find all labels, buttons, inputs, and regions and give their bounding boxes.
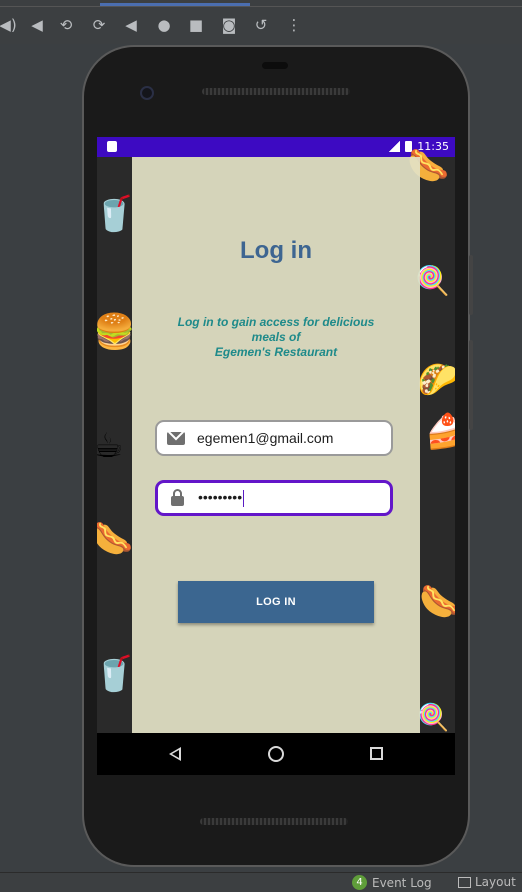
subtitle-line: Egemen's Restaurant <box>214 345 338 359</box>
overview-icon[interactable]: ■ <box>186 15 206 35</box>
event-log-button[interactable]: 4 Event Log <box>352 875 432 890</box>
burger-icon: 🍔 <box>97 312 136 352</box>
lollipop-icon: 🍭 <box>417 703 450 733</box>
password-dots: ••••••••• <box>198 489 243 506</box>
navigation-bar <box>97 733 455 775</box>
ide-status-bar: 4 Event Log Layout <box>0 872 522 892</box>
camera-icon[interactable]: ◙ <box>219 15 239 35</box>
layout-label: Layout <box>475 875 516 889</box>
email-icon <box>166 428 186 448</box>
nav-recents-icon[interactable] <box>370 747 383 760</box>
front-camera <box>140 86 154 100</box>
cake-icon: 🍰 <box>425 412 455 452</box>
soda-cup-icon: 🥤 <box>97 654 136 694</box>
device-screen: 11:35 🥤 🍔 ☕ 🌭 🥤 🌭 🍭 🌮 🍰 🌭 🍭 Log in Log i… <box>97 137 455 733</box>
email-value: egemen1@gmail.com <box>197 430 334 446</box>
status-bar: 11:35 <box>97 137 455 157</box>
subtitle-line: meals of <box>251 330 301 344</box>
volume-rocker <box>469 340 473 430</box>
taco-icon: 🌮 <box>417 360 455 400</box>
rotate-right-icon[interactable]: ⟳ <box>89 15 109 35</box>
signal-icon <box>388 141 401 152</box>
event-count-badge: 4 <box>352 875 367 890</box>
page-subtitle: Log in to gain access for delicious meal… <box>172 315 380 360</box>
top-speaker <box>202 88 350 95</box>
lollipop-icon: 🍭 <box>415 264 450 297</box>
toolbar-divider <box>0 6 522 7</box>
back-icon[interactable]: ◀ <box>121 15 141 35</box>
power-button <box>469 255 473 315</box>
password-field[interactable]: ••••••••• <box>155 480 393 516</box>
layout-button[interactable]: Layout <box>458 875 516 889</box>
layout-icon <box>458 876 471 888</box>
text-cursor <box>243 489 245 507</box>
replay-icon[interactable]: ↺ <box>251 15 271 35</box>
emulator-toolbar: ◀) ◀ ⟲ ⟳ ◀ ● ■ ◙ ↺ ⋮ <box>0 0 522 44</box>
login-button[interactable]: LOG IN <box>178 581 374 623</box>
email-field[interactable]: egemen1@gmail.com <box>155 420 393 456</box>
sensor <box>262 62 288 69</box>
volume-up-icon[interactable]: ◀) <box>0 15 18 35</box>
hot-dog-icon: 🌭 <box>97 519 134 559</box>
page-title: Log in <box>240 237 312 264</box>
event-log-label: Event Log <box>372 875 432 890</box>
password-value: ••••••••• <box>198 489 245 507</box>
nav-home-icon[interactable] <box>268 746 284 762</box>
coffee-mug-icon: ☕ <box>97 426 124 466</box>
subtitle-line: Log in to gain access for delicious <box>177 315 375 329</box>
sd-card-icon <box>107 141 117 152</box>
hot-dog-icon: 🌭 <box>419 582 455 622</box>
lock-icon <box>167 488 187 508</box>
home-icon[interactable]: ● <box>154 15 174 35</box>
login-panel: Log in Log in to gain access for delicio… <box>132 157 420 733</box>
soda-cup-icon: 🥤 <box>97 194 136 234</box>
bottom-speaker <box>200 818 348 825</box>
nav-back-icon[interactable] <box>169 747 181 761</box>
rotate-left-icon[interactable]: ⟲ <box>56 15 76 35</box>
more-icon[interactable]: ⋮ <box>284 15 304 35</box>
volume-down-icon[interactable]: ◀ <box>27 15 47 35</box>
